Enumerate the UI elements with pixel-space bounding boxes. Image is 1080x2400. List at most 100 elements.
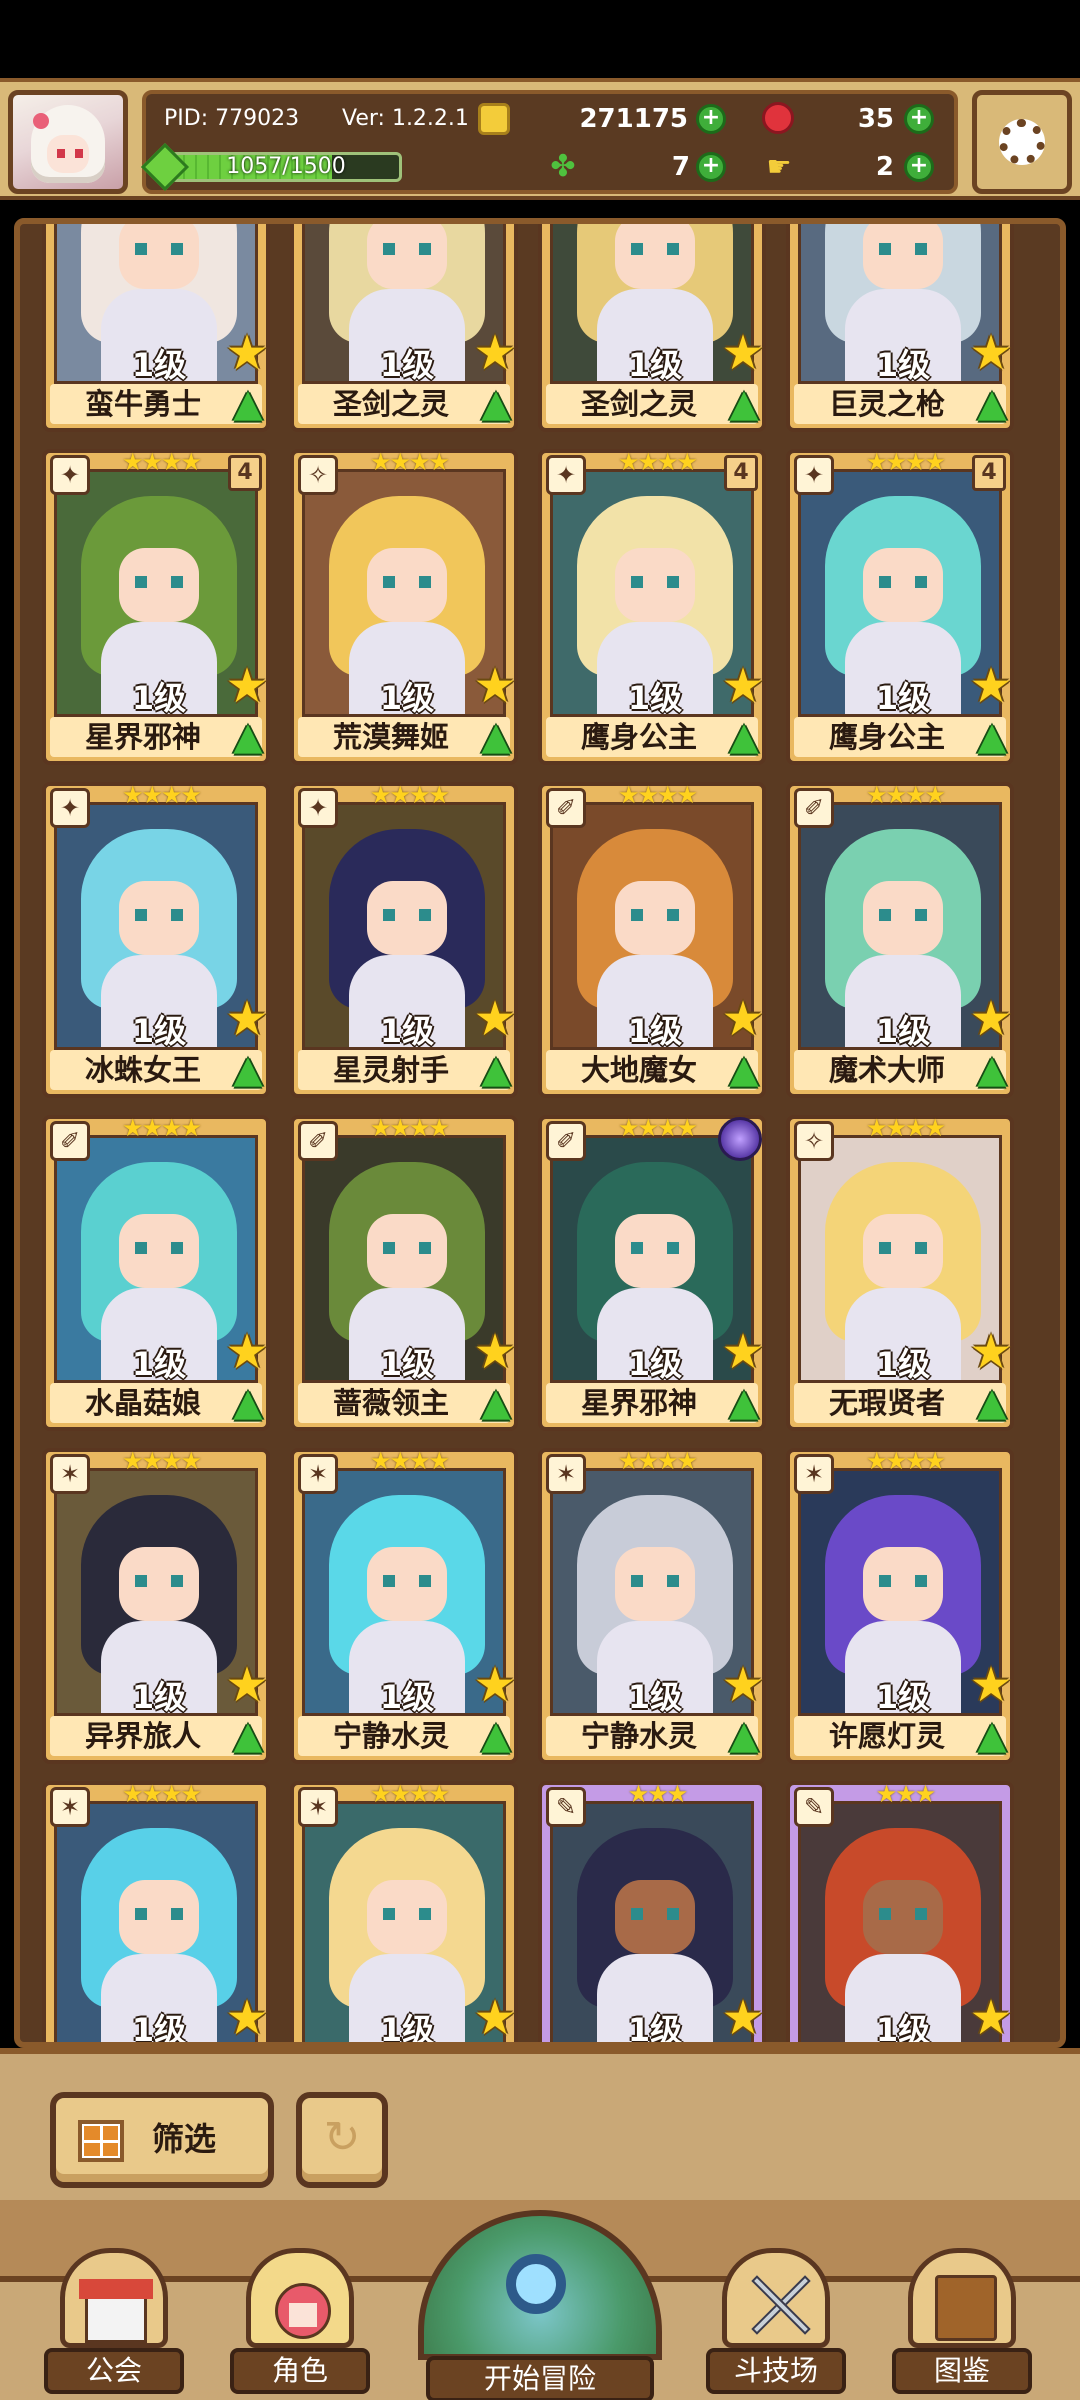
character-card[interactable]: 1级 蛮牛勇士 ★ ▲ xyxy=(42,224,270,432)
upgrade-arrow-icon[interactable]: ▲ xyxy=(226,1044,270,1094)
character-card[interactable]: 1级✶★★★★许愿灯灵★▲ xyxy=(42,1781,270,2042)
upgrade-arrow-icon[interactable]: ▲ xyxy=(226,1710,270,1760)
character-card[interactable]: 1级 ✦ ★★★★ 冰蛛女王 ★ ▲ xyxy=(42,782,270,1098)
character-card[interactable]: 1级 ✦ ★★★★ 星灵射手 ★ ▲ xyxy=(290,782,518,1098)
favorite-star-icon[interactable]: ★ xyxy=(224,1994,270,2042)
card-name: 蔷薇领主 xyxy=(332,1386,449,1420)
favorite-star-icon[interactable]: ★ xyxy=(224,329,270,377)
portrait-eye xyxy=(383,243,395,255)
upgrade-arrow-icon[interactable]: ▲ xyxy=(226,711,270,761)
portrait-face xyxy=(119,1547,199,1621)
character-card[interactable]: 1级 ✐ ★★★★ 大地魔女 ★ ▲ xyxy=(538,782,766,1098)
add-clover-button[interactable]: + xyxy=(696,152,726,182)
favorite-star-icon[interactable]: ★ xyxy=(720,662,766,710)
add-gold-button[interactable]: + xyxy=(696,104,726,134)
upgrade-arrow-icon[interactable]: ▲ xyxy=(970,1044,1014,1094)
character-card[interactable]: 1级 ✐ ★★★★ 星界邪神 ★ ▲ xyxy=(538,1115,766,1431)
character-card[interactable]: 1级 ✐ ★★★★ 蔷薇领主 ★ ▲ xyxy=(290,1115,518,1431)
character-card[interactable]: 1级 ✶ ★★★★ 宁静水灵 ★ ▲ xyxy=(290,1448,518,1764)
favorite-star-icon[interactable]: ★ xyxy=(968,329,1014,377)
favorite-star-icon[interactable]: ★ xyxy=(968,662,1014,710)
character-card[interactable]: 1级 ✦ ★★★★ 4 鹰身公主 ★ ▲ xyxy=(538,449,766,765)
favorite-star-icon[interactable]: ★ xyxy=(224,662,270,710)
rarity-stars: ★★★★ xyxy=(369,1780,450,1808)
upgrade-arrow-icon[interactable]: ▲ xyxy=(474,711,518,761)
character-card[interactable]: 1级 ✧ ★★★★ 无瑕贤者 ★ ▲ xyxy=(786,1115,1014,1431)
portrait-face xyxy=(119,548,199,622)
favorite-star-icon[interactable]: ★ xyxy=(472,662,518,710)
favorite-star-icon[interactable]: ★ xyxy=(968,995,1014,1043)
character-card[interactable]: 1级✶★★★★许愿灯灵★▲ xyxy=(786,1448,1014,1764)
portrait-eye xyxy=(419,1575,431,1587)
upgrade-arrow-icon[interactable]: ▲ xyxy=(722,1044,766,1094)
refresh-icon: ↻ xyxy=(323,2112,361,2163)
rarity-stars: ★★★★ xyxy=(865,448,946,476)
character-card[interactable]: 1级 圣剑之灵 ★ ▲ xyxy=(538,224,766,432)
upgrade-arrow-icon[interactable]: ▲ xyxy=(970,711,1014,761)
character-card[interactable]: 1级 ✐ ★★★★ 水晶菇娘 ★ ▲ xyxy=(42,1115,270,1431)
upgrade-arrow-icon[interactable]: ▲ xyxy=(970,1710,1014,1760)
character-card[interactable]: 1级 ✶ ★★★★ 异界旅人 ★ ▲ xyxy=(42,1448,270,1764)
rank-badge: 4 xyxy=(228,455,262,491)
nav-codex[interactable]: 图鉴 xyxy=(892,2248,1032,2396)
character-card[interactable]: 1级 ✶ ★★★★ 宁静水灵 ★ ▲ xyxy=(538,1448,766,1764)
refresh-button[interactable]: ↻ xyxy=(296,2092,388,2188)
favorite-star-icon[interactable]: ★ xyxy=(720,329,766,377)
rarity-stars: ★★★ xyxy=(627,1780,689,1808)
favorite-star-icon[interactable]: ★ xyxy=(720,1661,766,1709)
character-card[interactable]: 1级 ✧ ★★★★ 荒漠舞姬 ★ ▲ xyxy=(290,449,518,765)
upgrade-arrow-icon[interactable]: ▲ xyxy=(722,1377,766,1427)
portrait-face xyxy=(119,1880,199,1954)
favorite-star-icon[interactable]: ★ xyxy=(720,1328,766,1376)
add-gem-button[interactable]: + xyxy=(904,104,934,134)
upgrade-arrow-icon[interactable]: ▲ xyxy=(474,1044,518,1094)
upgrade-arrow-icon[interactable]: ▲ xyxy=(474,1377,518,1427)
filter-button[interactable]: 筛选 xyxy=(50,2092,274,2188)
favorite-star-icon[interactable]: ★ xyxy=(968,1328,1014,1376)
portrait-eye xyxy=(631,909,643,921)
upgrade-arrow-icon[interactable]: ▲ xyxy=(970,1377,1014,1427)
favorite-star-icon[interactable]: ★ xyxy=(472,1994,518,2042)
favorite-star-icon[interactable]: ★ xyxy=(968,1994,1014,2042)
character-card[interactable]: 1级✎★★★狩猎勇士★▲ xyxy=(786,1781,1014,2042)
upgrade-arrow-icon[interactable]: ▲ xyxy=(722,1710,766,1760)
character-card[interactable]: 1级 圣剑之灵 ★ ▲ xyxy=(290,224,518,432)
favorite-star-icon[interactable]: ★ xyxy=(472,329,518,377)
favorite-star-icon[interactable]: ★ xyxy=(472,1661,518,1709)
rarity-stars: ★★★★ xyxy=(369,448,450,476)
character-grid[interactable]: 1级 蛮牛勇士 ★ ▲ 1级 圣剑之灵 ★ ▲ 1级 圣剑之灵 ★ ▲ 1级 巨灵之枪 ★ ▲ 1级 ✦ ★★★★ 4… xyxy=(20,224,1060,2042)
upgrade-arrow-icon[interactable]: ▲ xyxy=(970,378,1014,428)
character-card[interactable]: 1级✎★★★狩猎勇士★▲ xyxy=(538,1780,766,2042)
favorite-star-icon[interactable]: ★ xyxy=(720,1994,766,2042)
upgrade-arrow-icon[interactable]: ▲ xyxy=(226,378,270,428)
character-card[interactable]: 1级 ✐ ★★★★ 魔术大师 ★ ▲ xyxy=(786,782,1014,1098)
card-name: 圣剑之灵 xyxy=(332,387,449,421)
player-avatar[interactable] xyxy=(8,90,128,194)
settings-button[interactable] xyxy=(972,90,1072,194)
nav-character[interactable]: 角色 xyxy=(230,2248,370,2396)
upgrade-arrow-icon[interactable]: ▲ xyxy=(722,378,766,428)
upgrade-arrow-icon[interactable]: ▲ xyxy=(474,378,518,428)
upgrade-arrow-icon[interactable]: ▲ xyxy=(226,1377,270,1427)
nav-arena[interactable]: 斗技场 xyxy=(706,2248,846,2396)
character-card[interactable]: 1级 巨灵之枪 ★ ▲ xyxy=(786,224,1014,432)
add-hand-button[interactable]: + xyxy=(904,152,934,182)
favorite-star-icon[interactable]: ★ xyxy=(224,1661,270,1709)
character-card[interactable]: 1级✶★★★★林中仙女★▲ xyxy=(290,1780,518,2042)
class-icon: ✐ xyxy=(546,788,586,828)
character-card[interactable]: 1级 ✦ ★★★★ 4 星界邪神 ★ ▲ xyxy=(42,449,270,765)
upgrade-arrow-icon[interactable]: ▲ xyxy=(722,711,766,761)
favorite-star-icon[interactable]: ★ xyxy=(224,995,270,1043)
rarity-stars: ★★★★ xyxy=(121,781,202,809)
favorite-star-icon[interactable]: ★ xyxy=(472,995,518,1043)
character-card[interactable]: 1级 ✦ ★★★★ 4 鹰身公主 ★ ▲ xyxy=(786,449,1014,765)
card-name: 鹰身公主 xyxy=(580,720,697,754)
favorite-star-icon[interactable]: ★ xyxy=(968,1661,1014,1709)
favorite-star-icon[interactable]: ★ xyxy=(472,1328,518,1376)
upgrade-arrow-icon[interactable]: ▲ xyxy=(474,1710,518,1760)
class-icon: ✦ xyxy=(50,788,90,828)
favorite-star-icon[interactable]: ★ xyxy=(720,995,766,1043)
favorite-star-icon[interactable]: ★ xyxy=(224,1328,270,1376)
nav-guild[interactable]: 公会 xyxy=(44,2248,184,2396)
nav-start-adventure[interactable]: 开始冒险 xyxy=(418,2210,662,2400)
